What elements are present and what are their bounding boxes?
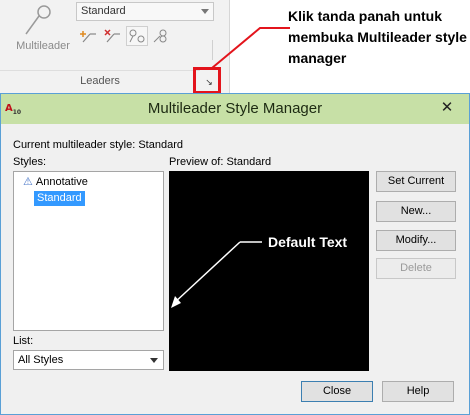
dialog-titlebar: A10 Multileader Style Manager ✕ bbox=[1, 94, 469, 124]
list-filter-dropdown[interactable]: All Styles bbox=[13, 350, 164, 370]
set-current-button[interactable]: Set Current bbox=[376, 171, 456, 192]
close-button[interactable]: Close bbox=[301, 381, 373, 402]
delete-style-button[interactable]: Delete bbox=[376, 258, 456, 279]
list-label: List: bbox=[13, 335, 34, 347]
chevron-down-icon bbox=[150, 358, 158, 363]
styles-listbox[interactable]: ⚠ Annotative Standard bbox=[13, 171, 164, 331]
new-style-button[interactable]: New... bbox=[376, 201, 456, 222]
style-name: Standard bbox=[37, 192, 82, 204]
current-style-label: Current multileader style: Standard bbox=[13, 139, 183, 151]
help-button[interactable]: Help bbox=[382, 381, 454, 402]
preview-default-text: Default Text bbox=[268, 234, 348, 250]
preview-label: Preview of: Standard bbox=[169, 156, 272, 168]
annotation-callout-text: Klik tanda panah untuk membuka Multilead… bbox=[288, 8, 467, 66]
style-name: Annotative bbox=[35, 176, 88, 188]
close-icon[interactable]: ✕ bbox=[435, 97, 459, 119]
annotative-icon: ⚠ bbox=[23, 176, 33, 188]
leader-arrow-preview bbox=[171, 241, 262, 308]
modify-style-button[interactable]: Modify... bbox=[376, 230, 456, 251]
style-preview-pane: Default Text bbox=[169, 171, 369, 371]
styles-label: Styles: bbox=[13, 156, 47, 168]
list-item-standard[interactable]: Standard bbox=[34, 191, 85, 206]
dialog-title: Multileader Style Manager bbox=[147, 100, 323, 117]
multileader-style-manager-dialog: A10 Multileader Style Manager ✕ Current … bbox=[0, 93, 470, 415]
list-filter-value: All Styles bbox=[18, 354, 64, 366]
list-item-annotative[interactable]: ⚠ Annotative bbox=[20, 175, 91, 190]
